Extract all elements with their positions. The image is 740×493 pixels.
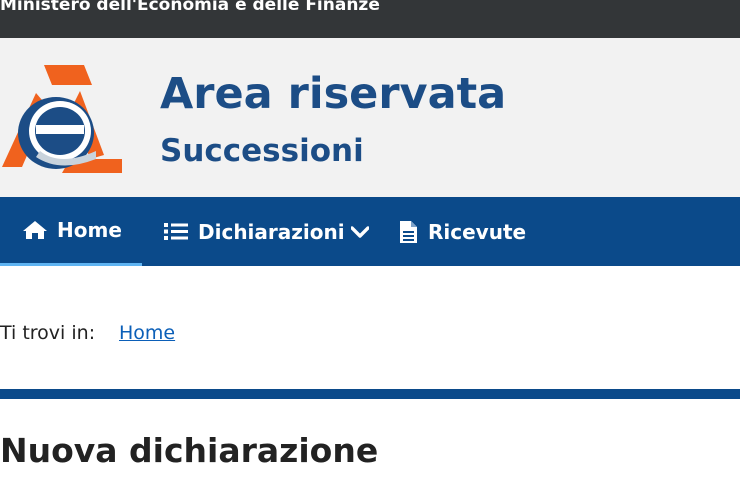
nav-item-label: Ricevute (428, 219, 527, 244)
home-icon (23, 221, 47, 239)
main-nav: Home Dichiarazioni Ricevute (0, 197, 740, 266)
nav-item-label: Home (57, 218, 122, 242)
nav-item-ricevute[interactable]: Ricevute (400, 197, 526, 266)
page-title: Nuova dichiarazione (0, 431, 379, 470)
list-icon (164, 223, 188, 240)
section-divider (0, 389, 740, 399)
top-bar: Ministero dell'Economia e delle Finanze (0, 0, 740, 38)
nav-item-label: Dichiarazioni (198, 219, 345, 244)
document-icon (400, 220, 417, 243)
chevron-down-icon (350, 225, 369, 238)
nav-item-home[interactable]: Home (0, 197, 142, 266)
breadcrumb-link-home[interactable]: Home (119, 320, 175, 346)
breadcrumb: Ti trovi in: Home (0, 320, 175, 346)
app-subtitle: Successioni (160, 133, 364, 169)
agenzia-logo-icon[interactable] (0, 63, 124, 173)
site-header: Area riservata Successioni (0, 38, 740, 197)
nav-item-dichiarazioni[interactable]: Dichiarazioni (164, 197, 369, 266)
breadcrumb-prefix: Ti trovi in: (0, 322, 96, 344)
ministry-name: Ministero dell'Economia e delle Finanze (0, 0, 380, 15)
app-title: Area riservata (160, 69, 507, 119)
